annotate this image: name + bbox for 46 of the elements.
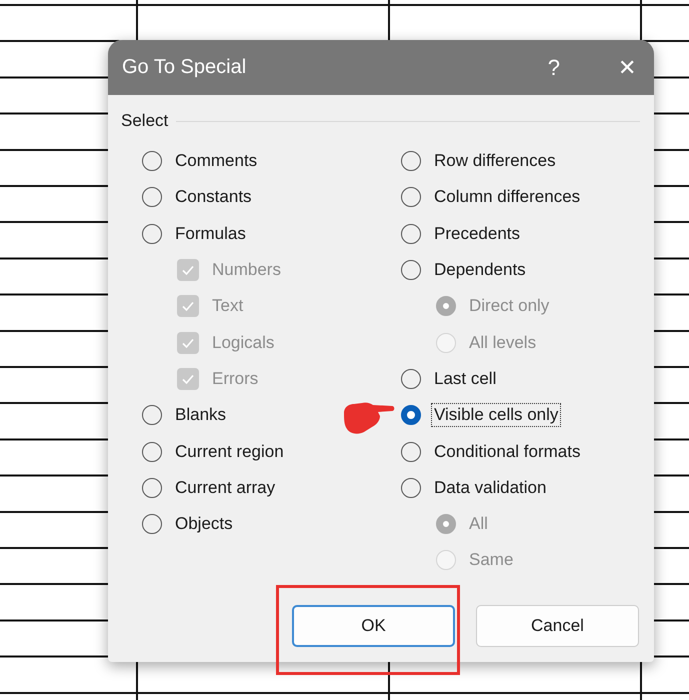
window-title: Go To Special xyxy=(122,56,248,79)
radio-button[interactable] xyxy=(401,368,421,389)
radio-button[interactable] xyxy=(142,405,162,426)
check-icon xyxy=(181,263,195,278)
option-label: Formulas xyxy=(174,222,247,245)
radio-button[interactable] xyxy=(142,187,162,208)
option-label: Conditional formats xyxy=(433,440,582,463)
option-label: Current region xyxy=(174,440,285,463)
option-label: Current array xyxy=(174,476,276,499)
option-label: Logicals xyxy=(211,332,276,354)
radio-button[interactable] xyxy=(401,260,421,280)
radio-button[interactable] xyxy=(401,442,421,462)
option-label: Objects xyxy=(174,513,234,536)
check-icon xyxy=(181,299,195,314)
dialog-button[interactable]: Cancel xyxy=(476,605,639,647)
radio-button[interactable] xyxy=(401,224,421,244)
radio-button[interactable] xyxy=(142,478,162,498)
option-label: Visible cells only xyxy=(431,403,562,428)
radio-button[interactable] xyxy=(142,224,162,244)
help-button[interactable]: ? xyxy=(548,54,560,80)
option-label: Text xyxy=(211,295,244,318)
option-label: Direct only xyxy=(468,295,550,318)
group-label: Select xyxy=(121,111,168,131)
option-label: Constants xyxy=(174,186,253,208)
radio-button[interactable] xyxy=(142,514,162,534)
option-label: Row differences xyxy=(433,150,557,172)
option-label: Precedents xyxy=(433,222,521,245)
option-label: Blanks xyxy=(174,404,228,426)
radio-button[interactable] xyxy=(401,478,421,498)
option-label: Last cell xyxy=(433,368,498,390)
option-label: Same xyxy=(468,549,514,572)
option-label: Dependents xyxy=(433,259,527,282)
radio-button[interactable] xyxy=(142,151,162,172)
option-label: Numbers xyxy=(211,259,282,282)
option-label: Data validation xyxy=(433,476,548,499)
radio-button[interactable] xyxy=(401,187,421,208)
option-label: All xyxy=(468,513,489,536)
option-label: All levels xyxy=(468,332,538,354)
option-label: Comments xyxy=(174,150,258,172)
radio-button[interactable] xyxy=(142,442,162,462)
dialog-button[interactable]: OK xyxy=(292,605,455,647)
option-label: Errors xyxy=(211,368,260,390)
radio-button[interactable] xyxy=(401,405,421,426)
close-button[interactable]: ✕ xyxy=(618,54,636,80)
radio-button[interactable] xyxy=(401,151,421,172)
option-label: Column differences xyxy=(433,186,582,208)
